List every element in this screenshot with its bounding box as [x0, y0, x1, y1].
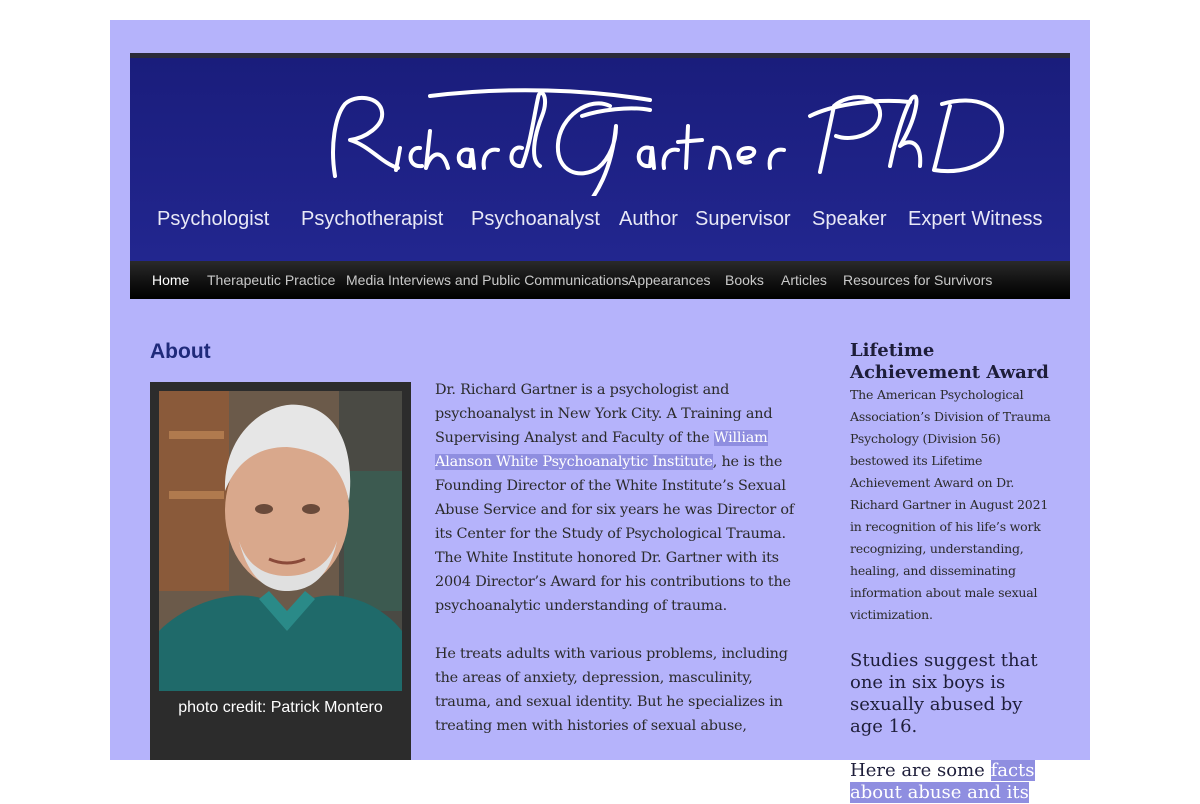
nav-home[interactable]: Home	[152, 272, 189, 288]
tagline-author: Author	[619, 208, 678, 230]
about-paragraph-2: He treats adults with various problems, …	[435, 646, 788, 734]
main-nav: Home Therapeutic Practice Media Intervie…	[130, 261, 1070, 299]
nav-therapeutic-practice[interactable]: Therapeutic Practice	[207, 272, 335, 288]
nav-resources-for-survivors[interactable]: Resources for Survivors	[843, 272, 992, 288]
tagline-psychologist: Psychologist	[157, 208, 270, 230]
award-title: Lifetime Achievement Award	[850, 340, 1049, 383]
about-body: Dr. Richard Gartner is a psychologist an…	[435, 378, 800, 762]
facts-text: Here are some facts about abuse and its	[850, 760, 1055, 804]
signature-logo[interactable]	[130, 76, 1070, 196]
photo-caption: photo credit: Patrick Montero	[178, 699, 383, 716]
tagline-supervisor: Supervisor	[695, 208, 791, 230]
nav-articles[interactable]: Articles	[781, 272, 827, 288]
award-text: The American Psychological Association’s…	[850, 387, 1051, 622]
nav-media-interviews[interactable]: Media Interviews and Public Communicatio…	[346, 272, 628, 288]
tagline-psychotherapist: Psychotherapist	[301, 208, 444, 230]
facts-prefix: Here are some	[850, 760, 991, 781]
studies-text: Studies suggest that one in six boys is …	[850, 650, 1038, 737]
about-paragraph-1: Dr. Richard Gartner is a psychologist an…	[435, 378, 800, 618]
nav-appearances[interactable]: Appearances	[628, 272, 711, 288]
portrait-photo	[159, 391, 402, 691]
professional-tagline: Psychologist Psychotherapist Psychoanaly…	[130, 208, 1070, 238]
sidebar: Lifetime Achievement Award The American …	[850, 340, 1055, 804]
page-container: Psychologist Psychotherapist Psychoanaly…	[110, 20, 1090, 803]
site-banner: Psychologist Psychotherapist Psychoanaly…	[130, 53, 1070, 261]
about-paragraph-1-rest: , he is the Founding Director of the Whi…	[435, 454, 795, 614]
nav-books[interactable]: Books	[725, 272, 764, 288]
portrait-frame: photo credit: Patrick Montero	[150, 382, 411, 760]
page-title: About	[150, 340, 211, 363]
tagline-expert-witness: Expert Witness	[908, 208, 1043, 230]
tagline-psychoanalyst: Psychoanalyst	[471, 208, 600, 230]
tagline-speaker: Speaker	[812, 208, 887, 230]
